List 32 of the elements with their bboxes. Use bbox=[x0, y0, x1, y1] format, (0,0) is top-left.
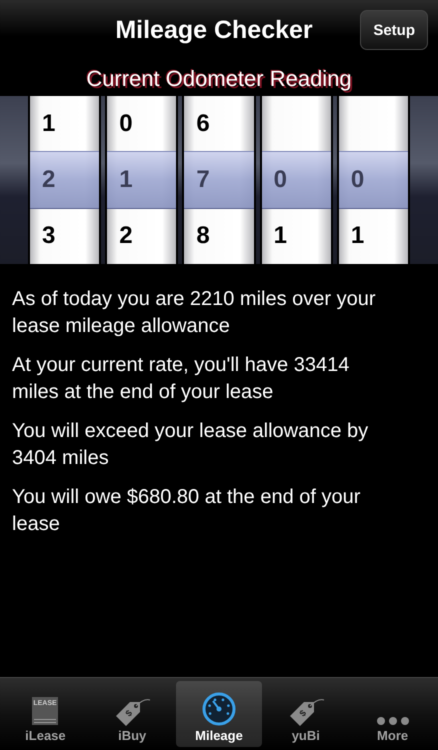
selected-digit: 0 bbox=[274, 166, 287, 194]
picker-wheel[interactable]: 1 2 3 bbox=[28, 96, 102, 264]
picker-wheel[interactable]: 0 1 2 bbox=[105, 96, 178, 264]
result-message: As of today you are 2210 miles over your lease mileage allowance bbox=[12, 287, 377, 339]
section-heading: Current Odometer Reading bbox=[86, 66, 352, 92]
tab-bar-item[interactable]: $ iBuy bbox=[88, 681, 176, 747]
digit: 8 bbox=[196, 222, 210, 250]
digit: 6 bbox=[196, 110, 210, 138]
ellipsis-icon bbox=[374, 716, 411, 726]
digit: 3 bbox=[42, 222, 56, 250]
digit: 1 bbox=[350, 222, 364, 250]
digit: 0 bbox=[119, 110, 133, 138]
digit: 1 bbox=[274, 222, 287, 250]
result-message: At your current rate, you'll have 33414 miles at the end of your lease bbox=[12, 353, 350, 405]
result-message: You will exceed your lease allowance by 3404 miles bbox=[12, 419, 370, 471]
tab-bar-item[interactable]: Mileage bbox=[176, 681, 262, 747]
selected-digit: 7 bbox=[196, 166, 210, 194]
selected-digit: 0 bbox=[350, 166, 364, 194]
digit: 2 bbox=[119, 222, 133, 250]
picker-wheel[interactable]: 0 1 bbox=[336, 96, 410, 264]
selected-digit: 1 bbox=[119, 166, 133, 194]
picker-wheel[interactable]: 0 1 bbox=[260, 96, 333, 264]
tab-bar-item[interactable]: $ yuBi bbox=[262, 681, 350, 747]
odometer-picker[interactable]: 1 2 3 0 1 2 6 7 8 0 1 0 1 bbox=[0, 96, 438, 264]
selected-digit: 2 bbox=[42, 166, 56, 194]
tab-bar-item[interactable]: More bbox=[349, 681, 436, 747]
speedometer-icon bbox=[202, 692, 236, 726]
result-message: You will owe $680.80 at the end of your lease bbox=[12, 485, 362, 537]
picker-wheel[interactable]: 6 7 8 bbox=[182, 96, 256, 264]
setup-button[interactable]: Setup bbox=[360, 10, 428, 50]
digit: 1 bbox=[42, 110, 56, 138]
screen-title: Mileage Checker bbox=[115, 16, 313, 44]
